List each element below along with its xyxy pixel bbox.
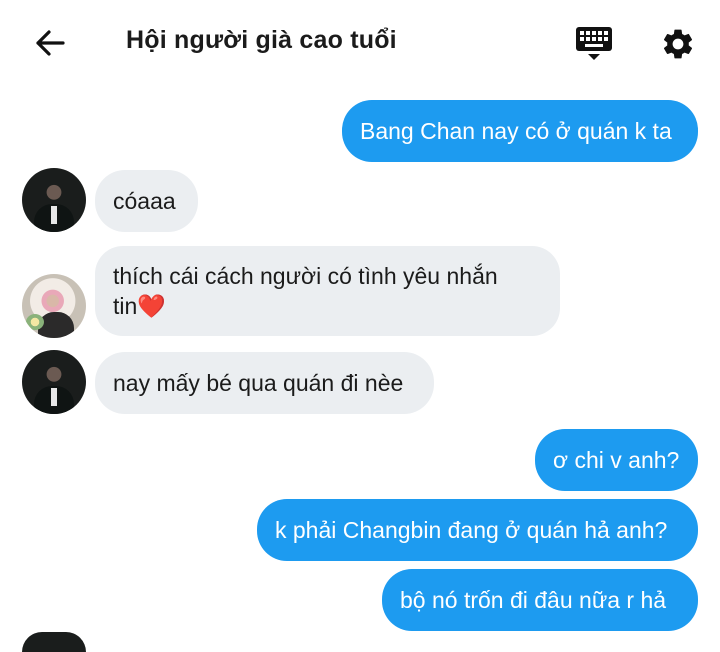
message-text: cóaaa (113, 188, 176, 214)
incoming-message[interactable]: nay mấy bé qua quán đi nèe (95, 352, 434, 414)
avatar[interactable] (22, 350, 86, 414)
outgoing-message[interactable]: k phải Changbin đang ở quán hả anh? (257, 499, 698, 561)
avatar[interactable] (22, 632, 86, 652)
incoming-message[interactable]: cóaaa (95, 170, 198, 232)
settings-button[interactable] (656, 22, 700, 66)
heart-emoji: ❤️ (137, 293, 166, 319)
outgoing-message[interactable]: bộ nó trốn đi đâu nữa r hả (382, 569, 698, 631)
keyboard-button[interactable] (573, 22, 615, 64)
incoming-message[interactable]: thích cái cách người có tình yêu nhắn ti… (95, 246, 560, 336)
keyboard-icon (576, 27, 612, 60)
avatar[interactable] (22, 168, 86, 232)
message-text: bộ nó trốn đi đâu nữa r hả (400, 587, 667, 613)
outgoing-message[interactable]: ơ chi v anh? (535, 429, 698, 491)
message-text: k phải Changbin đang ở quán hả anh? (275, 517, 668, 543)
arrow-left-icon (36, 30, 65, 56)
message-text: nay mấy bé qua quán đi nèe (113, 370, 404, 396)
message-text: Bang Chan nay có ở quán k ta (360, 118, 672, 144)
back-button[interactable] (30, 24, 70, 62)
message-text-line: tin❤️ (113, 293, 166, 319)
chat-header: Hội người già cao tuổi (0, 0, 720, 86)
message-text: ơ chi v anh? (553, 447, 680, 473)
chat-title: Hội người già cao tuổi (126, 26, 397, 54)
avatar[interactable] (22, 274, 86, 338)
message-text-line: thích cái cách người có tình yêu nhắn (113, 263, 498, 289)
outgoing-message[interactable]: Bang Chan nay có ở quán k ta (342, 100, 698, 162)
gear-icon (663, 29, 693, 59)
